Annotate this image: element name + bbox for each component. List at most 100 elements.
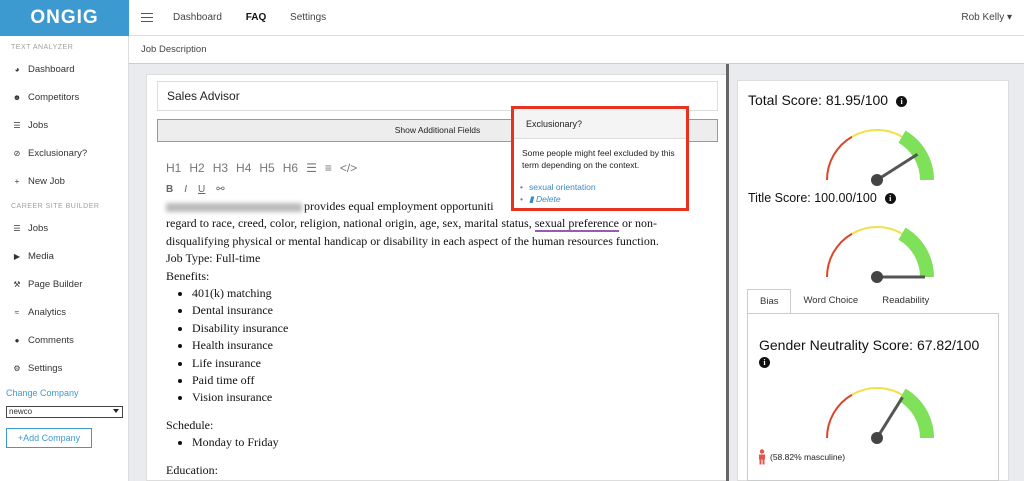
delete-label: Delete [536, 194, 561, 204]
menu-icon[interactable] [141, 12, 153, 23]
title-score-gauge [826, 226, 934, 283]
gauge-arc-mid [851, 129, 903, 138]
h4-button[interactable]: H4 [236, 161, 251, 175]
benefits-heading: Benefits: [166, 268, 210, 283]
h6-button[interactable]: H6 [283, 161, 298, 175]
sidebar: TEXT ANALYZER ◕ Dashboard ☻ Competitors ☰ J… [0, 36, 129, 481]
total-score: Total Score: 81.95/100 i [748, 92, 908, 108]
sidebar-item-label: Media [28, 250, 54, 262]
job-description-body[interactable]: provides equal employment opportunitit r… [166, 198, 711, 479]
h2-button[interactable]: H2 [189, 161, 204, 175]
masculine-label: (58.82% masculine) [770, 452, 846, 462]
italic-icon[interactable]: I [184, 184, 187, 195]
bullet-list-icon[interactable]: ☰ [306, 161, 317, 175]
info-icon[interactable]: i [884, 193, 896, 205]
sidebar-item-jobs[interactable]: ☰ Jobs [0, 111, 128, 139]
score-tabs: Bias Word Choice Readability [747, 289, 941, 313]
list-item: Vision insurance [192, 389, 711, 406]
heading-toolbar: H1 H2 H3 H4 H5 H6 ☰ ≡ </> [166, 161, 357, 175]
code-icon[interactable]: </> [340, 161, 357, 175]
sidebar-item-label: Page Builder [28, 278, 83, 290]
flagged-term[interactable]: sexual preference [534, 216, 619, 233]
gauge-arc-high [898, 388, 934, 439]
list-item: Life insurance [192, 355, 711, 372]
list-item: 401(k) matching [192, 285, 711, 302]
chart-icon: ≈ [14, 307, 20, 317]
h1-button[interactable]: H1 [166, 161, 181, 175]
plus-icon: + [14, 176, 20, 186]
list-item: Monday to Friday [192, 434, 711, 451]
sidebar-item-dashboard[interactable]: ◕ Dashboard [0, 55, 128, 83]
company-select[interactable]: newco [6, 406, 123, 418]
link-icon[interactable]: ⚯ [216, 184, 224, 195]
person-icon [759, 449, 765, 465]
nav-faq[interactable]: FAQ [246, 12, 267, 23]
format-toolbar: B I U ⚯ [166, 184, 225, 195]
sidebar-item-analytics[interactable]: ≈ Analytics [0, 298, 128, 326]
gender-score-gauge [826, 387, 934, 444]
list-icon: ☰ [13, 223, 21, 233]
top-navbar: Dashboard FAQ Settings Rob Kelly ▾ [129, 0, 1024, 36]
tab-readability[interactable]: Readability [870, 289, 941, 313]
ongig-logo[interactable]: ONGIG [0, 0, 129, 36]
total-score-gauge [826, 129, 934, 186]
sidebar-item-settings[interactable]: ⚙ Settings [0, 354, 128, 382]
sidebar-item-cs-jobs[interactable]: ☰ Jobs [0, 214, 128, 242]
sidebar-item-label: Jobs [28, 222, 49, 234]
comment-icon: ● [14, 335, 20, 345]
popup-suggestions: sexual orientation ▮ Delete [514, 181, 686, 205]
suggestion-link[interactable]: sexual orientation [529, 181, 686, 193]
numbered-list-icon[interactable]: ≡ [325, 161, 332, 175]
gauge-arc-high [898, 130, 934, 181]
tab-bias[interactable]: Bias [747, 289, 792, 313]
sidebar-item-label: Comments [28, 334, 74, 346]
add-company-button[interactable]: +Add Company [6, 428, 92, 448]
h5-button[interactable]: H5 [259, 161, 274, 175]
sidebar-item-new-job[interactable]: + New Job [0, 167, 128, 195]
sidebar-item-label: New Job [28, 175, 65, 187]
trash-icon: ▮ [528, 194, 534, 204]
sidebar-item-page-builder[interactable]: ⚒ Page Builder [0, 270, 128, 298]
sidebar-item-label: Exclusionary? [28, 147, 88, 159]
list-icon: ☰ [13, 120, 21, 130]
schedule-list: Monday to Friday [166, 434, 711, 451]
list-item: Dental insurance [192, 302, 711, 319]
title-score: Title Score: 100.00/100 i [748, 191, 896, 205]
users-icon: ☻ [12, 92, 22, 102]
sidebar-item-media[interactable]: ▶ Media [0, 242, 128, 270]
top-nav: Dashboard FAQ Settings [173, 12, 347, 23]
gauge-arc-high [898, 227, 934, 278]
sidebar-item-label: Settings [28, 362, 63, 374]
section-text-analyzer: TEXT ANALYZER [11, 44, 74, 51]
hammer-icon: ⚒ [13, 279, 21, 289]
sidebar-item-comments[interactable]: ● Comments [0, 326, 128, 354]
list-item: Disability insurance [192, 320, 711, 337]
panel-divider[interactable] [726, 64, 729, 481]
job-type-line: Job Type: Full-time [166, 251, 261, 266]
body-line: regard to race, creed, color, religion, … [166, 216, 657, 233]
sidebar-item-label: Analytics [28, 306, 67, 318]
nav-settings[interactable]: Settings [290, 12, 326, 23]
h3-button[interactable]: H3 [213, 161, 228, 175]
education-heading: Education: [166, 462, 218, 477]
sidebar-item-competitors[interactable]: ☻ Competitors [0, 83, 128, 111]
delete-suggestion[interactable]: ▮ Delete [528, 193, 686, 205]
tab-word-choice[interactable]: Word Choice [791, 289, 870, 313]
info-icon[interactable]: i [896, 95, 908, 107]
list-item: Health insurance [192, 337, 711, 354]
change-company-link[interactable]: Change Company [0, 388, 128, 398]
nav-dashboard[interactable]: Dashboard [173, 12, 222, 23]
redacted-company-name [166, 202, 302, 212]
list-item: Paid time off [192, 372, 711, 389]
ban-icon: ⊘ [13, 148, 21, 158]
user-menu[interactable]: Rob Kelly ▾ [961, 12, 1012, 23]
gauge-needle [875, 396, 904, 439]
body-line: disqualifying physical or mental handica… [166, 233, 659, 248]
section-career-site-builder: CAREER SITE BUILDER [11, 203, 100, 210]
bold-icon[interactable]: B [166, 184, 173, 195]
sidebar-item-exclusionary[interactable]: ⊘ Exclusionary? [0, 139, 128, 167]
gauge-pivot [871, 271, 883, 283]
gauge-needle [876, 152, 919, 182]
info-icon[interactable]: i [759, 356, 770, 368]
underline-icon[interactable]: U [198, 184, 205, 195]
